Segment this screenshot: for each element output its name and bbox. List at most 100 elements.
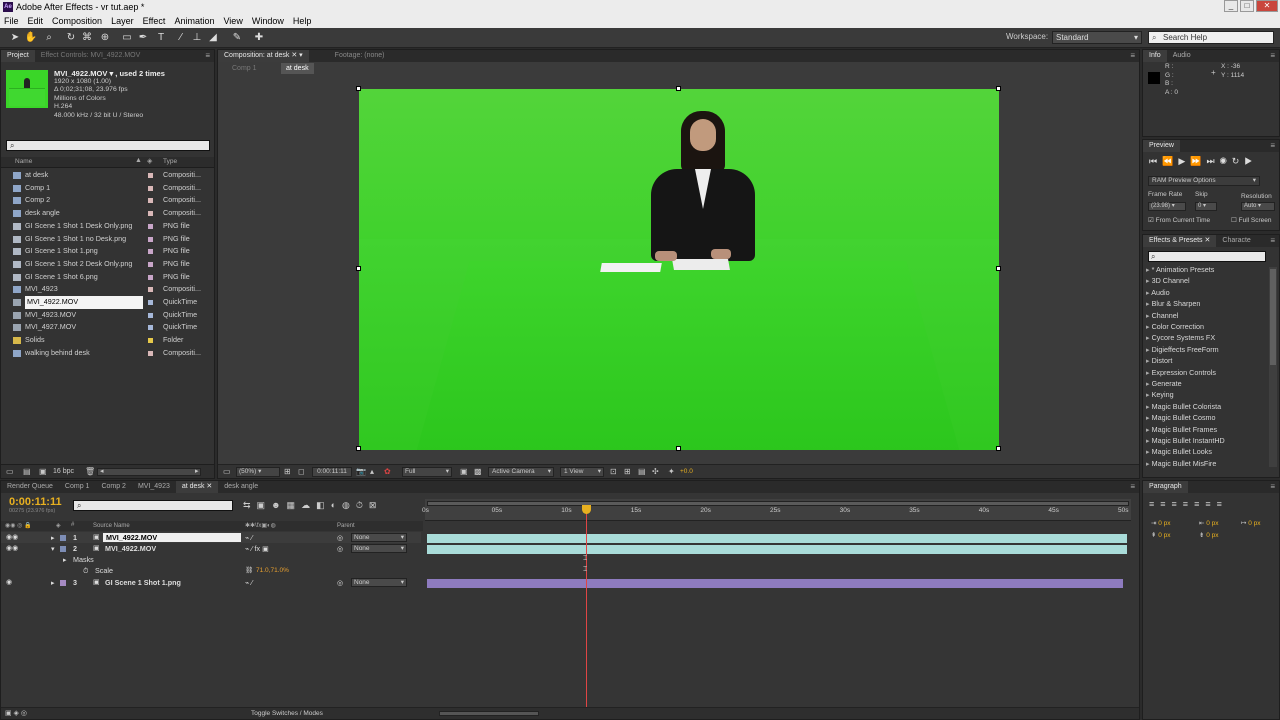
mute-audio-icon[interactable]: ◉ [1220, 156, 1232, 166]
panel-menu-icon[interactable]: ≡ [1130, 51, 1135, 60]
maximize-button[interactable]: □ [1240, 0, 1254, 12]
tab-effect-controls[interactable]: Effect Controls: MVI_4922.MOV [35, 50, 146, 62]
playhead-line[interactable] [586, 507, 587, 707]
keyframe-marker-icon[interactable]: ⌶ [583, 566, 587, 574]
label-color-swatch[interactable] [148, 185, 153, 191]
brush-tool-icon[interactable]: ⁄ [174, 31, 188, 45]
bounding-handle[interactable] [356, 446, 361, 451]
effect-category[interactable]: Color Correction [1146, 321, 1268, 332]
layer-name[interactable]: MVI_4922.MOV [103, 533, 241, 542]
effect-category[interactable]: Magic Bullet Looks [1146, 446, 1268, 457]
project-item[interactable]: MVI_4923.MOV QuickTime [1, 309, 201, 322]
keyframe-marker-icon[interactable]: ⌶ [583, 555, 587, 563]
live-update-icon[interactable]: ☻ [271, 500, 286, 510]
layer-switches-icon[interactable]: ⌁ ⁄ fx ▣ [245, 543, 269, 554]
project-item[interactable]: Comp 1 Compositi... [1, 182, 201, 195]
layer-label-color[interactable] [60, 546, 66, 552]
parent-header[interactable]: Parent [337, 523, 355, 529]
workspace-dropdown[interactable]: Standard ▾ [1052, 31, 1142, 44]
zoom-tool-icon[interactable]: ⌕ [42, 31, 56, 45]
timeline-current-time[interactable]: 0:00:11:11 [9, 496, 62, 508]
label-color-swatch[interactable] [148, 312, 153, 318]
layer-switches-icon[interactable]: ⌁ ⁄ [245, 577, 253, 588]
layer-switches-icon[interactable]: ⌁ ⁄ [245, 532, 253, 543]
effect-category[interactable]: 3D Channel [1146, 275, 1268, 286]
tab-audio[interactable]: Audio [1167, 50, 1197, 62]
effect-category[interactable]: Magic Bullet MisFire [1146, 458, 1268, 469]
camera-dropdown[interactable]: Active Camera ▾ [488, 467, 554, 477]
hide-shy-icon[interactable]: ☁ [301, 500, 316, 510]
effect-category[interactable]: * Animation Presets [1146, 264, 1268, 275]
layer-row-3[interactable]: ◉ ▸ 3 ▣ GI Scene 1 Shot 1.png ⌁ ⁄ ◎ None… [1, 577, 421, 588]
color-channel-icon[interactable]: ✿ [384, 467, 391, 476]
pickwhip-icon[interactable]: ◎ [337, 532, 343, 543]
close-button[interactable]: ✕ [1256, 0, 1278, 12]
view-layout-dropdown[interactable]: 1 View ▾ [560, 467, 604, 477]
effect-category[interactable]: Cycore Systems FX [1146, 332, 1268, 343]
effects-scrollbar[interactable] [1269, 267, 1277, 467]
indent-first-line[interactable]: ↦ 0 px [1241, 519, 1261, 527]
project-item[interactable]: Solids Folder [1, 334, 201, 347]
effect-category[interactable]: Magic Bullet Colorista [1146, 401, 1268, 412]
label-color-swatch[interactable] [148, 261, 153, 267]
tab-character[interactable]: Characte [1216, 235, 1256, 247]
tab-paragraph[interactable]: Paragraph [1143, 481, 1188, 493]
stopwatch-icon[interactable]: ⏱ [83, 565, 89, 576]
composition-viewer[interactable] [359, 89, 999, 450]
layer-label-color[interactable] [60, 535, 66, 541]
project-item[interactable]: Comp 2 Compositi... [1, 194, 201, 207]
menu-composition[interactable]: Composition [52, 14, 102, 28]
timeline-footer-icons[interactable]: ▣ ◈ ◎ [5, 709, 27, 717]
project-item[interactable]: walking behind desk Compositi... [1, 347, 201, 360]
frame-blending-icon[interactable]: ◧ [316, 500, 331, 510]
layer-name[interactable]: GI Scene 1 Shot 1.png [105, 577, 181, 588]
layer-bar-2[interactable] [427, 545, 1127, 554]
auto-keyframe-icon[interactable]: ⏱ [356, 500, 369, 510]
tab-effects-presets[interactable]: Effects & Presets ✕ [1143, 235, 1217, 247]
pen-tool-icon[interactable]: ✒ [136, 31, 150, 45]
chevron-down-icon[interactable]: ▾ [299, 52, 303, 59]
align-left-icon[interactable]: ≡ [1149, 499, 1160, 509]
tab-project[interactable]: Project [1, 50, 35, 62]
label-color-swatch[interactable] [148, 274, 153, 280]
indent-left[interactable]: ⇥ 0 px [1151, 519, 1171, 527]
transparency-grid-icon[interactable]: ▩ [474, 467, 482, 476]
panel-menu-icon[interactable]: ≡ [1270, 141, 1275, 150]
always-preview-icon[interactable]: ▭ [223, 467, 231, 476]
label-color-swatch[interactable] [148, 211, 153, 217]
hand-tool-icon[interactable]: ✋ [24, 31, 38, 45]
rotate-tool-icon[interactable]: ↻ [64, 31, 78, 45]
expand-arrow-icon[interactable]: ▸ [51, 577, 55, 588]
effect-category[interactable]: Audio [1146, 287, 1268, 298]
show-snapshot-icon[interactable]: ▴ [370, 467, 374, 476]
ram-preview-options-dropdown[interactable]: RAM Preview Options ▾ [1148, 176, 1260, 186]
minimize-button[interactable]: _ [1224, 0, 1238, 12]
parent-dropdown[interactable]: None ▾ [351, 533, 407, 542]
tab-info[interactable]: Info [1143, 50, 1167, 62]
panel-menu-icon[interactable]: ≡ [1270, 51, 1275, 60]
first-frame-icon[interactable]: ⏮ [1149, 156, 1162, 166]
resolution-dropdown[interactable]: Full ▾ [402, 467, 452, 477]
camera-tool-icon[interactable]: ⌘ [80, 31, 94, 45]
eye-visibility-icon[interactable]: ◉◉ [6, 532, 18, 543]
scale-value[interactable]: 71.0,71.0% [256, 565, 289, 576]
new-folder-icon[interactable]: ▤ [23, 467, 31, 476]
space-after[interactable]: ⇟ 0 px [1199, 531, 1219, 539]
tab-mvi-4923[interactable]: MVI_4923 [132, 481, 176, 493]
close-icon[interactable]: ✕ [206, 483, 212, 490]
label-color-swatch[interactable] [148, 223, 153, 229]
tab-footage[interactable]: Footage: (none) [329, 50, 391, 62]
last-frame-icon[interactable]: ⏭ [1206, 156, 1219, 166]
effect-category[interactable]: Magic Bullet Cosmo [1146, 412, 1268, 423]
time-navigator[interactable] [427, 501, 1129, 506]
project-item[interactable]: MVI_4923 Compositi... [1, 283, 201, 296]
tab-composition[interactable]: Composition: at desk ✕ ▾ [218, 50, 309, 62]
close-icon[interactable]: ✕ [1205, 237, 1211, 244]
label-color-swatch[interactable] [148, 236, 153, 242]
effect-category[interactable]: Expression Controls [1146, 367, 1268, 378]
tab-preview[interactable]: Preview [1143, 140, 1180, 152]
tab-desk-angle[interactable]: desk angle [218, 481, 264, 493]
timeline-search-input[interactable]: ⌕ [73, 500, 233, 511]
interpret-footage-icon[interactable]: ▭ [6, 467, 14, 476]
link-icon[interactable]: ⛓ [245, 565, 253, 576]
